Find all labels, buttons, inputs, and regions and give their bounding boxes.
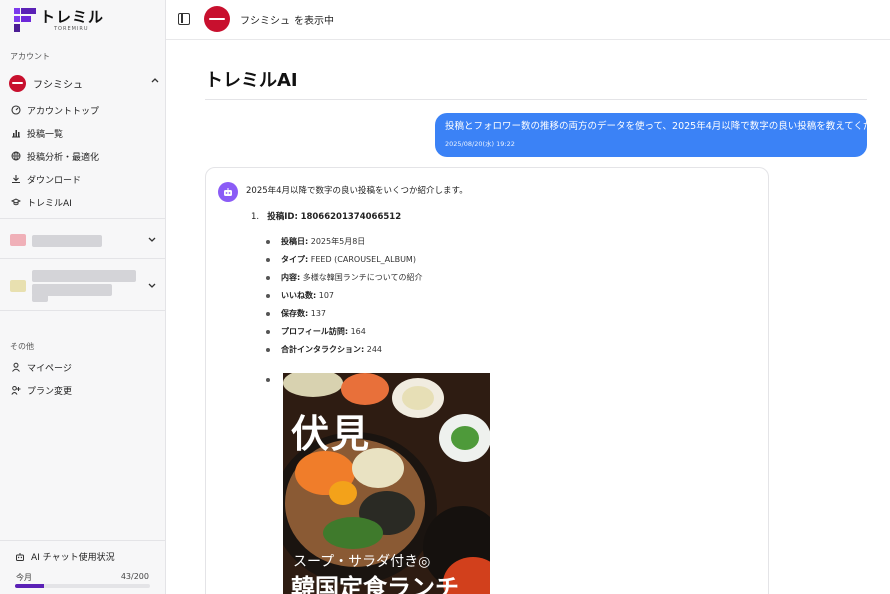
image-title-text: 伏見 xyxy=(291,411,372,456)
user-icon xyxy=(11,362,21,372)
brand-logo[interactable]: トレミル TOREMIRU xyxy=(14,8,114,34)
post-heading: 1. 投稿ID: 18066201374066512 xyxy=(251,210,401,222)
sidebar-item-label: マイページ xyxy=(27,363,72,374)
robot-icon xyxy=(15,552,25,562)
ai-usage-title-text: AI チャット使用状況 xyxy=(31,553,115,563)
user-message-text: 投稿とフォロワー数の推移の両方のデータを使って、2025年4月以降で数字の良い投… xyxy=(445,121,890,132)
logo-mark-icon xyxy=(14,8,36,32)
ai-usage-title: AI チャット使用状況 xyxy=(15,550,115,563)
list-item: 保存数: 137 xyxy=(266,308,326,319)
title-divider xyxy=(205,99,867,100)
sidebar-divider xyxy=(0,258,166,259)
sidebar-item-account-top[interactable]: アカウントトップ xyxy=(11,102,99,118)
graduation-cap-icon xyxy=(11,197,21,207)
image-bullet xyxy=(266,378,270,382)
globe-icon xyxy=(11,151,21,161)
post-id-label: 投稿ID: xyxy=(267,212,298,222)
current-account-name: フシミシュ xyxy=(240,16,290,27)
ai-usage-progress xyxy=(15,584,150,588)
brand-sub: TOREMIRU xyxy=(54,26,89,32)
sidebar-item-posts[interactable]: 投稿一覧 xyxy=(11,125,63,141)
account-name: フシミシュ xyxy=(33,79,83,91)
dashboard-icon xyxy=(11,105,21,115)
plan-icon xyxy=(11,385,21,395)
list-item: 合計インタラクション: 244 xyxy=(266,344,382,355)
ai-usage-progress-fill xyxy=(15,584,45,588)
brand-name: トレミル xyxy=(40,8,105,26)
sidebar-item-mypage[interactable]: マイページ xyxy=(11,359,72,375)
ai-usage-count: 43/200 xyxy=(120,572,149,581)
topbar: フシミシュ を表示中 xyxy=(166,0,890,40)
sidebar-item-label: 投稿分析・最適化 xyxy=(27,152,100,163)
chevron-down-icon xyxy=(148,282,156,292)
sidebar-item-plan-change[interactable]: プラン変更 xyxy=(11,382,72,398)
sidebar-item-label: 投稿一覧 xyxy=(27,129,64,140)
sidebar-item-analysis[interactable]: 投稿分析・最適化 xyxy=(11,148,99,164)
ai-intro-text: 2025年4月以降で数字の良い投稿をいくつか紹介します。 xyxy=(246,186,468,196)
sidebar-divider xyxy=(0,218,166,219)
sidebar-item-label: プラン変更 xyxy=(27,386,73,397)
post-number: 1. xyxy=(251,212,260,222)
list-item: プロフィール訪問: 164 xyxy=(266,326,366,337)
sidebar-item-label: ダウンロード xyxy=(27,175,82,186)
chevron-up-icon xyxy=(151,76,159,86)
ai-avatar-icon xyxy=(218,182,238,202)
viewing-label: を表示中 xyxy=(294,16,334,27)
bar-chart-icon xyxy=(11,128,21,138)
sidebar-item-label: アカウントトップ xyxy=(27,106,100,117)
ai-usage-period: 今月 xyxy=(16,573,32,582)
blurred-account-2[interactable] xyxy=(10,270,160,304)
image-headline-text: 韓国定食ランチ xyxy=(291,573,459,594)
other-section-label: その他 xyxy=(10,342,34,351)
account-avatar xyxy=(9,74,26,92)
user-message-time: 2025/08/20(水) 19:22 xyxy=(445,140,515,148)
ai-message-card: 2025年4月以降で数字の良い投稿をいくつか紹介します。 1. 投稿ID: 18… xyxy=(205,167,769,594)
post-image[interactable]: 伏見 スープ・サラダ付き◎ 韓国定食ランチ xyxy=(283,373,490,594)
sidebar: トレミル TOREMIRU アカウント フシミシュ アカウントトップ 投稿一覧 … xyxy=(0,0,166,594)
sidebar-divider xyxy=(0,540,166,541)
sidebar-item-download[interactable]: ダウンロード xyxy=(11,171,81,187)
list-item: タイプ: FEED (CAROUSEL_ALBUM) xyxy=(266,254,416,265)
download-icon xyxy=(11,174,21,184)
chevron-down-icon xyxy=(148,236,156,246)
sidebar-toggle-icon[interactable] xyxy=(178,13,190,25)
list-item: 内容: 多様な韓国ランチについての紹介 xyxy=(266,272,423,283)
account-section-label: アカウント xyxy=(10,52,50,61)
sidebar-item-toremiru-ai[interactable]: トレミルAI xyxy=(11,194,72,210)
blurred-account-1[interactable] xyxy=(10,233,160,249)
page-title: トレミルAI xyxy=(205,70,298,91)
current-account-avatar xyxy=(204,6,230,32)
list-item: 投稿日: 2025年5月8日 xyxy=(266,236,365,247)
sidebar-item-label: トレミルAI xyxy=(27,198,72,209)
account-switcher[interactable]: フシミシュ xyxy=(9,73,159,93)
list-item: いいね数: 107 xyxy=(266,290,334,301)
post-id-value: 18066201374066512 xyxy=(300,212,402,222)
user-message-bubble: 投稿とフォロワー数の推移の両方のデータを使って、2025年4月以降で数字の良い投… xyxy=(435,113,890,157)
sidebar-divider xyxy=(0,310,166,311)
